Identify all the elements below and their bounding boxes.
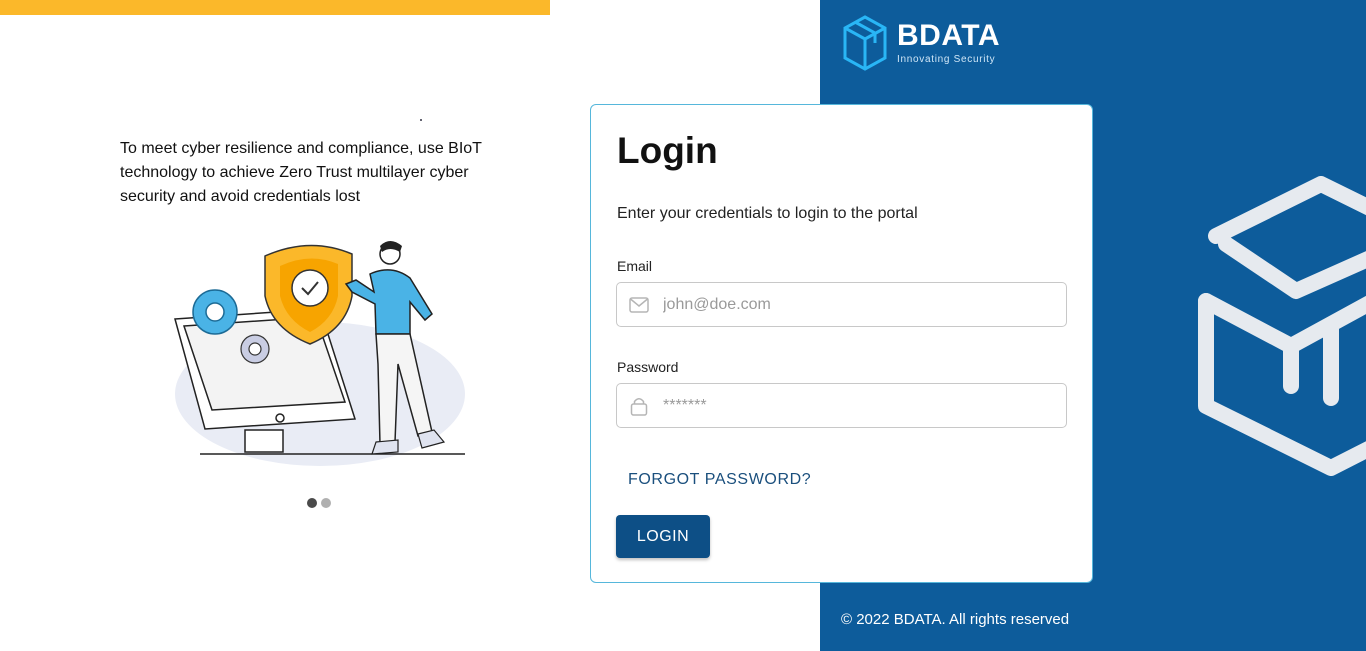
- background-cube-icon: [1198, 176, 1366, 476]
- password-label: Password: [617, 359, 679, 375]
- login-title: Login: [617, 130, 718, 171]
- login-subtitle: Enter your credentials to login to the p…: [617, 205, 918, 222]
- email-input[interactable]: [663, 295, 1043, 314]
- promo-tagline: To meet cyber resilience and compliance,…: [120, 140, 482, 205]
- login-button[interactable]: LOGIN: [616, 515, 710, 558]
- login-card: Login Enter your credentials to login to…: [590, 104, 1093, 583]
- email-label: Email: [617, 258, 653, 274]
- security-illustration: [174, 241, 465, 466]
- brand-logo-group: BDATA Innovating Security: [841, 13, 1000, 73]
- brand-name: BDATA: [897, 19, 1001, 52]
- lock-icon: [629, 396, 649, 416]
- password-field-wrapper[interactable]: [616, 383, 1067, 428]
- login-page: To meet cyber resilience and compliance,…: [0, 0, 1366, 651]
- brand-tagline: Innovating Security: [897, 54, 996, 65]
- forgot-password-link[interactable]: FORGOT PASSWORD?: [628, 471, 811, 489]
- mail-icon: [629, 295, 649, 315]
- carousel-dot-1[interactable]: [307, 498, 317, 508]
- copyright-footer: © 2022 BDATA. All rights reserved: [841, 611, 1070, 628]
- carousel-dot-2[interactable]: [321, 498, 331, 508]
- top-accent-bar: [0, 0, 550, 15]
- carousel-dots: [307, 498, 331, 508]
- cube-logo-icon: [843, 15, 887, 71]
- password-input[interactable]: [663, 396, 1043, 415]
- email-field-wrapper[interactable]: [616, 282, 1067, 327]
- stray-dot: [420, 119, 422, 121]
